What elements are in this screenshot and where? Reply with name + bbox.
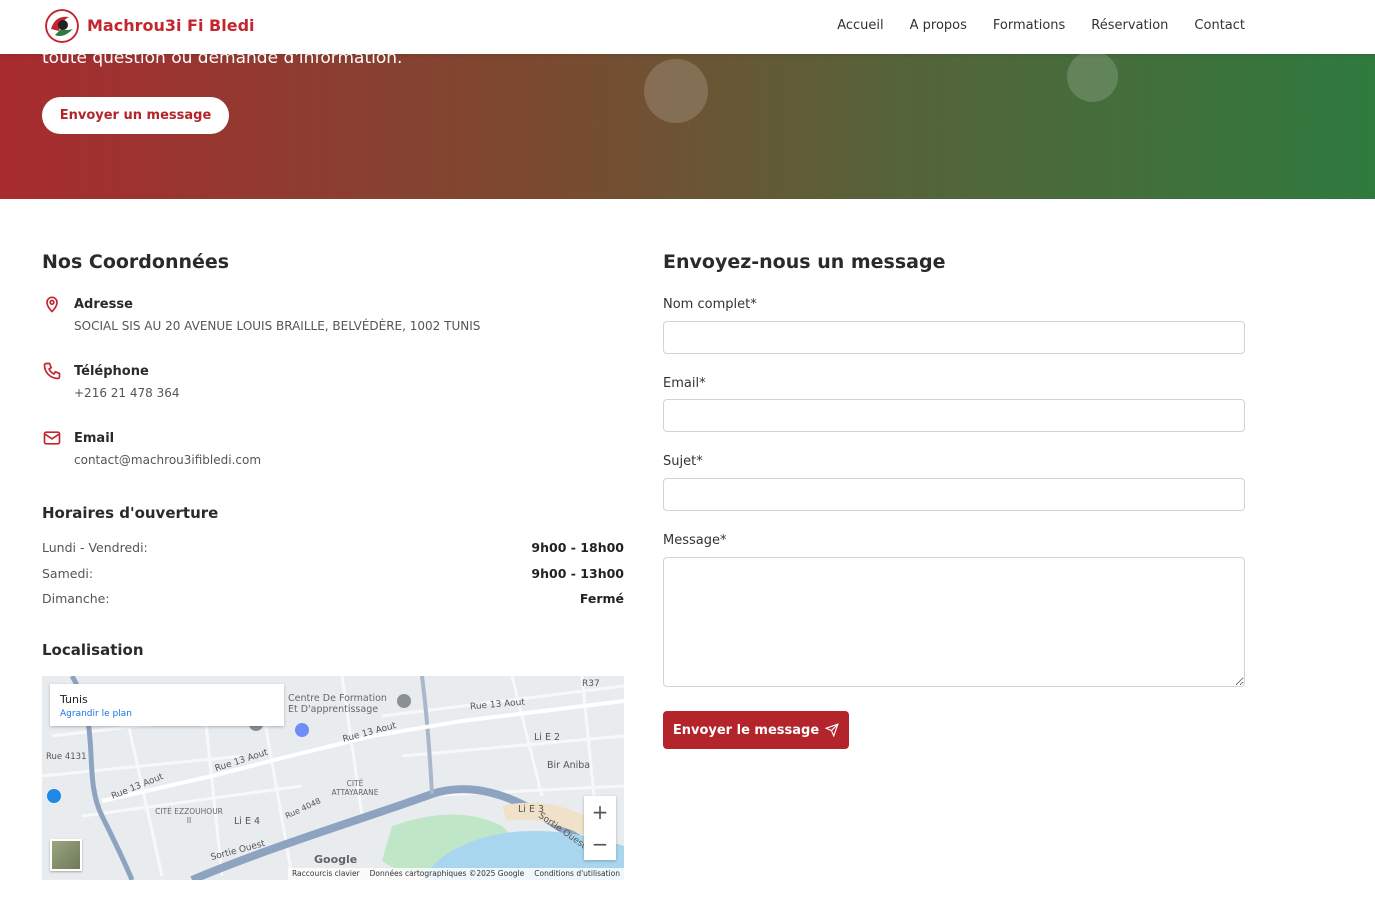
decor-bubble (644, 59, 708, 123)
subject-label: Sujet* (663, 454, 703, 469)
address-label: Adresse (74, 297, 133, 312)
map-label: CITÉ ATTAYARANE (331, 779, 379, 797)
location-title: Localisation (42, 641, 144, 659)
message-textarea[interactable] (663, 557, 1245, 687)
nav-item-a-propos[interactable]: A propos (910, 18, 967, 33)
form-title: Envoyez-nous un message (663, 251, 946, 273)
submit-label: Envoyer le message (672, 722, 820, 738)
hours-day: Dimanche: (42, 591, 110, 606)
navbar: Machrou3i Fi Bledi Accueil A propos Form… (0, 0, 1375, 54)
zoom-out-button[interactable]: − (584, 828, 616, 860)
email-field-label: Email* (663, 376, 706, 391)
google-map[interactable]: Centre De Formation Et D'apprentissage R… (42, 676, 624, 880)
terms-link[interactable]: Conditions d'utilisation (534, 869, 620, 879)
nav-item-contact[interactable]: Contact (1194, 18, 1245, 33)
map-label: CITÉ EZZOUHOUR II (155, 807, 223, 825)
hours-time: Fermé (579, 591, 624, 606)
full-name-input[interactable] (663, 321, 1245, 354)
hours-time: 9h00 - 13h00 (531, 566, 624, 581)
subject-input[interactable] (663, 478, 1245, 511)
nav-item-accueil[interactable]: Accueil (837, 18, 883, 33)
main-menu: Accueil A propos Formations Réservation … (837, 18, 1245, 33)
map-info-card: Tunis Agrandir le plan (50, 684, 284, 726)
phone-label: Téléphone (74, 364, 149, 379)
email-input[interactable] (663, 399, 1245, 432)
map-label: Rue 4131 (46, 752, 87, 762)
brand-logo[interactable] (45, 9, 79, 43)
map-label: Li E 2 (534, 732, 561, 743)
hours-day: Samedi: (42, 566, 94, 581)
map-attribution: Raccourcis clavier Données cartographiqu… (287, 868, 624, 880)
hours-time: 9h00 - 18h00 (531, 540, 624, 555)
zoom-in-button[interactable]: + (584, 796, 616, 828)
map-data-credit: Données cartographiques ©2025 Google (369, 869, 525, 878)
map-label: Li E 4 (234, 816, 261, 827)
send-icon (825, 723, 839, 737)
phone-icon (43, 362, 61, 380)
hours-day: Lundi - Vendredi: (42, 540, 148, 555)
message-label: Message* (663, 533, 727, 548)
decor-bubble (1067, 51, 1118, 102)
email-label: Email (74, 431, 115, 446)
mail-icon (43, 431, 61, 445)
zoom-controls: + − (584, 796, 616, 860)
nav-item-formations[interactable]: Formations (993, 18, 1065, 33)
nav-item-reservation[interactable]: Réservation (1091, 18, 1168, 33)
google-logo: Google (314, 853, 358, 866)
enlarge-map-link[interactable]: Agrandir le plan (60, 709, 132, 719)
hours-title: Horaires d'ouverture (42, 504, 219, 522)
satellite-toggle[interactable] (50, 839, 82, 871)
map-label: Centre De Formation Et D'apprentissage (288, 693, 387, 715)
email-value[interactable]: contact@machrou3ifibledi.com (74, 453, 261, 467)
coords-title: Nos Coordonnées (42, 251, 230, 273)
map-label: Bir Aniba (547, 760, 591, 771)
keyboard-shortcuts-link[interactable]: Raccourcis clavier (292, 869, 360, 879)
address-value: SOCIAL SIS AU 20 AVENUE LOUIS BRAILLE, B… (74, 319, 481, 333)
phone-value[interactable]: +216 21 478 364 (74, 386, 179, 400)
send-message-button[interactable]: Envoyer le message (663, 711, 849, 749)
brand-name[interactable]: Machrou3i Fi Bledi (87, 16, 255, 35)
name-label: Nom complet* (663, 297, 757, 312)
map-city: Tunis (60, 693, 88, 706)
map-label: R37 (582, 679, 600, 689)
send-message-hero-button[interactable]: Envoyer un message (42, 97, 229, 134)
map-pin-icon (46, 296, 58, 313)
